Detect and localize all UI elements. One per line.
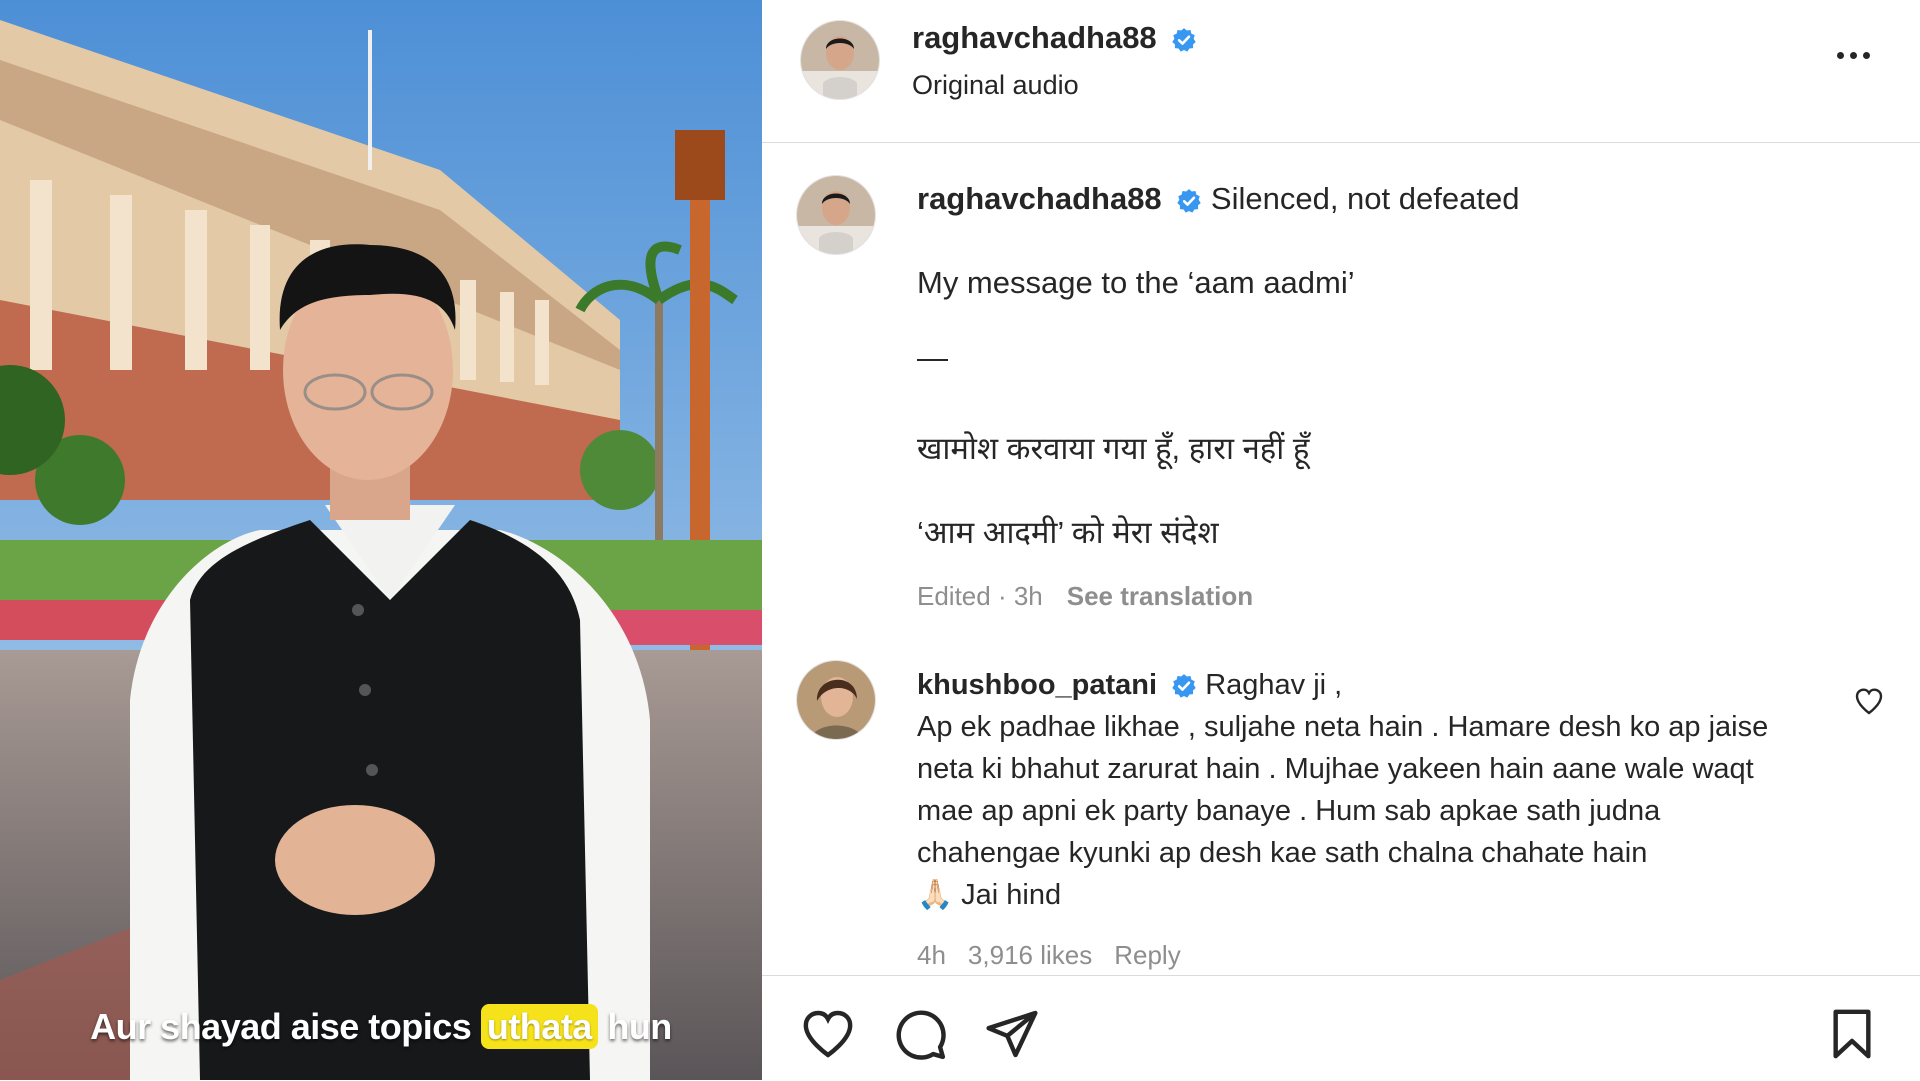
post-panel: raghavchadha88 Original audio raghavchad… [762, 0, 1920, 1080]
see-translation-link[interactable]: See translation [1067, 581, 1253, 611]
comment-like-heart-icon[interactable] [1853, 685, 1885, 717]
caption-line-hindi-1: खामोश करवाया गया हूँ, हारा नहीं हूँ [917, 431, 1310, 466]
paper-plane-icon[interactable] [984, 1006, 1040, 1062]
post-header: raghavchadha88 Original audio [762, 0, 1920, 143]
bookmark-icon[interactable] [1824, 1006, 1880, 1062]
comment-body: Ap ek padhae likhae , suljahe neta hain … [917, 711, 1769, 869]
verified-badge-icon [1177, 188, 1201, 213]
comment-likes[interactable]: 3,916 likes [968, 940, 1092, 970]
folded-hands-emoji: 🙏🏻 [917, 879, 954, 911]
comment-time: 4h [917, 940, 946, 970]
caption-title: Silenced, not defeated [1210, 181, 1520, 216]
author-username[interactable]: raghavchadha88 [912, 20, 1197, 56]
caption-line-hindi-2: ‘आम आदमी’ को मेरा संदेश [917, 515, 1219, 550]
comment-greeting: Raghav ji , [1205, 669, 1343, 701]
more-options-icon[interactable] [1834, 46, 1884, 66]
audio-label[interactable]: Original audio [912, 70, 1079, 101]
comment-signoff: Jai hind [961, 879, 1062, 911]
caption-highlight: uthata [480, 1004, 598, 1049]
author-username-text[interactable]: raghavchadha88 [912, 20, 1157, 55]
commenter-username[interactable]: khushboo_patani [917, 669, 1157, 701]
video-caption: Aur shayad aise topics uthata hun [0, 1004, 762, 1049]
author-avatar[interactable] [800, 20, 880, 100]
verified-badge-icon [1172, 674, 1196, 698]
caption-avatar[interactable] [796, 175, 876, 255]
caption-text-end: hun [597, 1006, 672, 1047]
verified-badge-icon [1172, 27, 1196, 52]
commenter-avatar[interactable] [796, 660, 876, 740]
caption-line-english: My message to the ‘aam aadmi’ [917, 265, 1355, 300]
edited-time: Edited · 3h [917, 581, 1043, 611]
caption-meta: Edited · 3h See translation [917, 581, 1253, 612]
caption-dash: — [917, 340, 948, 375]
heart-icon[interactable] [800, 1006, 856, 1062]
caption-text: Aur shayad aise topics [90, 1006, 481, 1047]
caption-username[interactable]: raghavchadha88 [917, 181, 1162, 216]
comment-meta: 4h 3,916 likes Reply [917, 940, 1203, 971]
action-bar [762, 975, 1920, 1081]
comment-text: khushboo_patani Raghav ji , Ap ek padhae… [917, 664, 1797, 916]
caption-title-line: raghavchadha88 Silenced, not defeated [917, 179, 1877, 219]
video-frame-illustration [0, 0, 762, 1080]
comment-bubble-icon[interactable] [892, 1006, 948, 1062]
reply-button[interactable]: Reply [1114, 940, 1180, 970]
reel-video[interactable]: Aur shayad aise topics uthata hun [0, 0, 762, 1080]
